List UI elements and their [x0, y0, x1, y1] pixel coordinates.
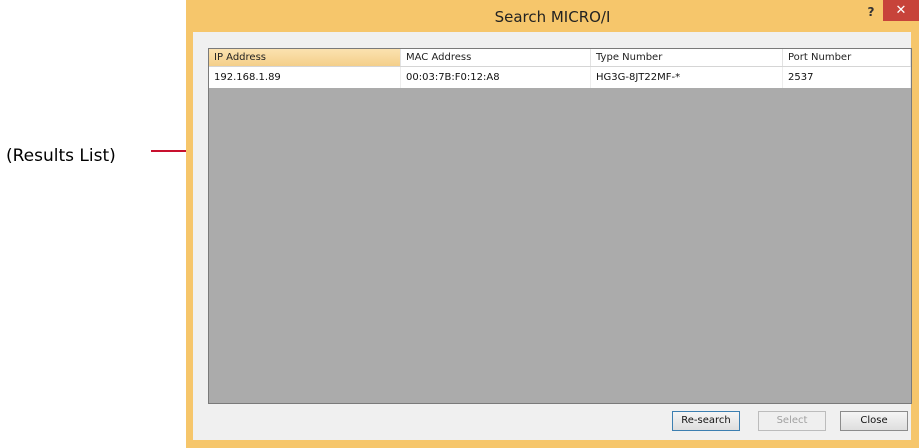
close-button[interactable]: Close [840, 411, 908, 431]
dialog-title: Search MICRO/I [494, 8, 611, 26]
close-window-button[interactable]: ✕ [883, 0, 919, 21]
column-header-type-number[interactable]: Type Number [591, 49, 783, 66]
results-list-callout-label: (Results List) [6, 146, 116, 166]
select-button[interactable]: Select [758, 411, 826, 431]
column-header-mac-address[interactable]: MAC Address [401, 49, 591, 66]
search-micro-i-dialog: Search MICRO/I ? ✕ IP Address MAC Addres… [186, 0, 919, 448]
help-button[interactable]: ? [864, 5, 878, 19]
cell-port-number: 2537 [783, 67, 911, 88]
results-list[interactable]: IP Address MAC Address Type Number Port … [208, 48, 912, 404]
cell-ip-address: 192.168.1.89 [209, 67, 401, 88]
title-bar[interactable]: Search MICRO/I ? ✕ [186, 0, 919, 32]
column-header-ip-address[interactable]: IP Address [209, 49, 401, 66]
results-list-header: IP Address MAC Address Type Number Port … [209, 49, 911, 67]
cell-mac-address: 00:03:7B:F0:12:A8 [401, 67, 591, 88]
column-header-port-number[interactable]: Port Number [783, 49, 911, 66]
re-search-button[interactable]: Re-search [672, 411, 740, 431]
dialog-client-area: IP Address MAC Address Type Number Port … [193, 32, 912, 440]
table-row[interactable]: 192.168.1.89 00:03:7B:F0:12:A8 HG3G-8JT2… [209, 67, 911, 88]
cell-type-number: HG3G-8JT22MF-* [591, 67, 783, 88]
